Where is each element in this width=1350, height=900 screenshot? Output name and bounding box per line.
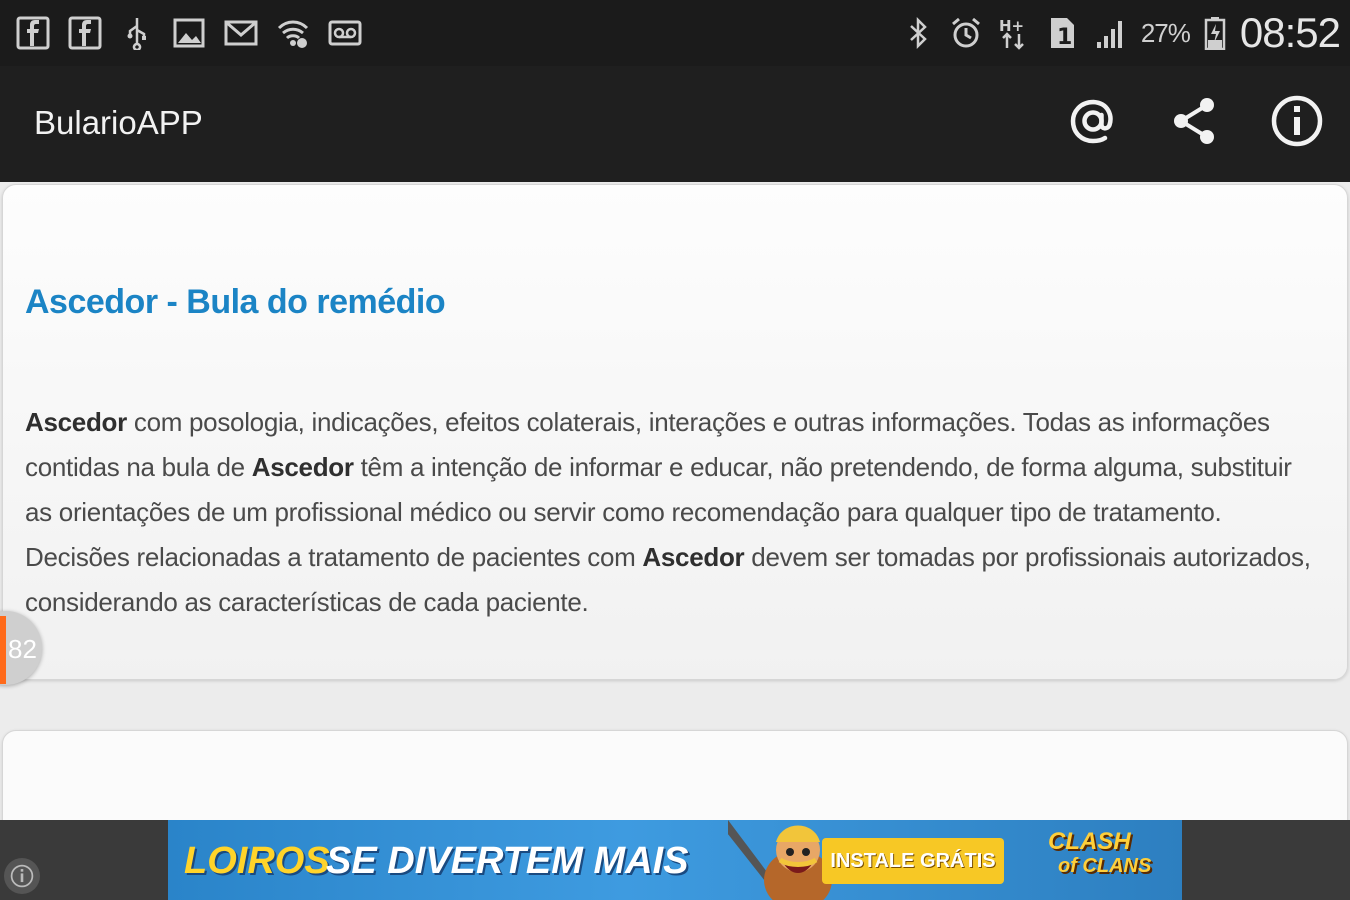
card-title: Ascedor - Bula do remédio [25,283,446,321]
info-button[interactable] [1268,92,1326,150]
signal-icon [1093,16,1127,50]
app-bar-actions [1064,92,1326,150]
wifi-icon [276,16,310,50]
facebook-icon [16,16,50,50]
image-icon [172,16,206,50]
facebook-icon [68,16,102,50]
status-bar: H+ 1 27% 08:52 [0,0,1350,66]
floating-bubble-accent [0,616,6,684]
voicemail-icon [328,16,362,50]
email-button[interactable] [1064,92,1122,150]
body-drug-name: Ascedor [251,452,354,482]
content-area[interactable]: Ascedor - Bula do remédio Ascedor com po… [0,182,1350,820]
alarm-icon [949,16,983,50]
ad-info-button[interactable] [4,858,40,894]
ad-logo-line1: CLASH [1048,828,1131,855]
body-drug-name: Ascedor [642,542,745,572]
next-card [2,730,1348,820]
share-button[interactable] [1166,92,1224,150]
clock: 08:52 [1239,9,1341,56]
bluetooth-icon [901,16,935,50]
info-icon [10,864,34,888]
svg-text:1: 1 [1057,25,1072,50]
battery-percentage: 27% [1140,17,1191,48]
card-body: Ascedor com posologia, indicações, efeit… [25,400,1325,625]
battery-icon [1204,16,1226,50]
ad-install-button[interactable]: INSTALE GRÁTIS [822,838,1004,884]
data-transfer-icon: H+ [997,16,1031,50]
info-icon [1271,95,1323,147]
body-drug-name: Ascedor [25,407,127,437]
notification-icons [16,10,362,56]
usb-icon [120,16,154,50]
drug-card: Ascedor - Bula do remédio Ascedor com po… [2,184,1348,680]
ad-headline-highlight: LOIROS [184,840,330,882]
ad-logo-line2: of CLANS [1058,855,1152,877]
ad-headline: SE DIVERTEM MAIS [326,840,689,882]
gmail-icon [224,16,258,50]
ad-banner[interactable]: LOIROS SE DIVERTEM MAIS INSTALE GRÁTIS C… [168,820,1182,900]
floating-bubble-count: 82 [8,634,37,664]
at-icon [1070,99,1113,144]
app-bar: BularioAPP [0,66,1350,182]
system-icons: H+ 1 27% 08:52 [901,6,1341,60]
svg-text:H+: H+ [999,17,1024,35]
sim-icon: 1 [1045,16,1079,50]
ad-logo: CLASH of CLANS [1048,830,1168,894]
app-title: BularioAPP [34,104,203,141]
share-icon [1174,98,1214,144]
